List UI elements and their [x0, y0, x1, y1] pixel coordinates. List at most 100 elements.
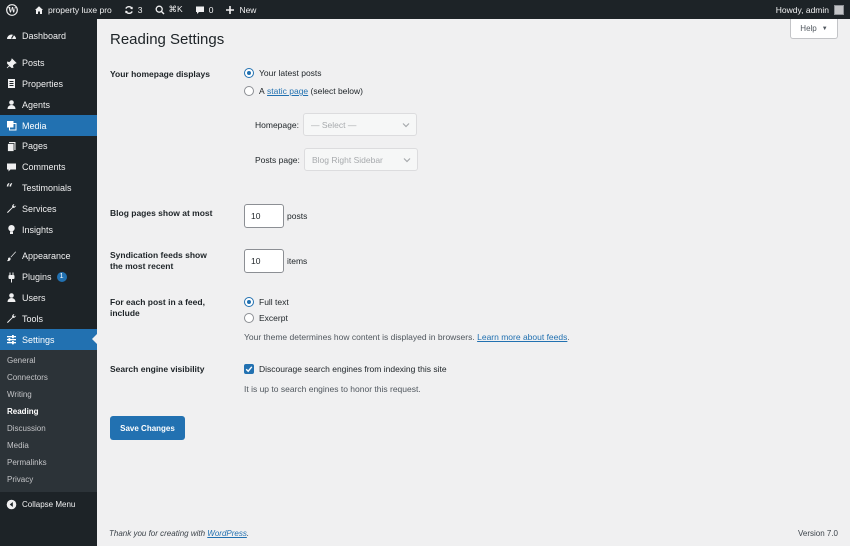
sidebar-label: Plugins — [22, 272, 52, 283]
feed-content-label: For each post in a feed, include — [110, 297, 205, 318]
sidebar-label: Media — [22, 120, 47, 131]
submenu-permalinks[interactable]: Permalinks — [0, 454, 97, 471]
sidebar-item-tools[interactable]: Tools — [0, 308, 97, 329]
sidebar-item-services[interactable]: Services — [0, 198, 97, 219]
sidebar-item-appearance[interactable]: Appearance — [0, 246, 97, 267]
wordpress-link[interactable]: WordPress — [207, 529, 247, 538]
pages-icon — [6, 141, 17, 152]
full-text-radio[interactable] — [244, 297, 254, 307]
posts-unit: posts — [287, 211, 308, 221]
site-name-link[interactable]: property luxe pro — [28, 0, 118, 19]
sidebar-label: Dashboard — [22, 31, 67, 42]
posts-page-select[interactable]: Blog Right Sidebar — [304, 148, 418, 171]
main-content: Help ▼ Reading Settings Your homepage di… — [97, 19, 850, 546]
page-title: Reading Settings — [110, 31, 225, 48]
submenu-reading[interactable]: Reading — [0, 403, 97, 420]
settings-submenu: General Connectors Writing Reading Discu… — [0, 349, 97, 492]
sidebar-item-media[interactable]: Media — [0, 115, 97, 136]
comments-link[interactable]: 0 — [189, 0, 220, 19]
collapse-label: Collapse Menu — [22, 499, 76, 509]
sidebar-label: Appearance — [22, 251, 71, 262]
pushpin-icon — [6, 57, 17, 69]
sidebar-item-insights[interactable]: Insights — [0, 219, 97, 240]
sidebar-item-settings[interactable]: Settings — [0, 329, 97, 350]
submenu-writing[interactable]: Writing — [0, 386, 97, 403]
sidebar-item-dashboard[interactable]: Dashboard — [0, 26, 97, 47]
new-content-link[interactable]: New — [219, 0, 262, 19]
wordpress-logo-icon[interactable]: W — [0, 0, 28, 19]
discourage-search-option[interactable]: Discourage search engines from indexing … — [244, 364, 447, 374]
avatar — [834, 4, 844, 15]
blog-pages-label: Blog pages show at most — [110, 208, 213, 218]
submenu-privacy[interactable]: Privacy — [0, 471, 97, 488]
discourage-search-checkbox[interactable] — [244, 364, 254, 374]
sidebar-item-properties[interactable]: Properties — [0, 74, 97, 95]
full-text-label: Full text — [259, 297, 289, 307]
latest-posts-radio[interactable] — [244, 68, 254, 78]
lightbulb-icon — [6, 224, 17, 235]
search-link[interactable]: ⌘K — [149, 0, 189, 19]
feed-items-input[interactable]: 10 — [244, 249, 284, 273]
plug-icon — [6, 272, 17, 283]
sidebar-item-comments[interactable]: Comments — [0, 157, 97, 178]
sidebar-item-pages[interactable]: Pages — [0, 136, 97, 157]
quote-icon: “ — [6, 182, 17, 193]
sidebar-label: Pages — [22, 141, 48, 152]
tools-icon — [6, 313, 17, 324]
updates-link[interactable]: 3 — [118, 0, 149, 19]
static-page-link[interactable]: static page — [267, 86, 308, 96]
full-text-option[interactable]: Full text — [244, 297, 289, 307]
collapse-icon — [6, 499, 17, 510]
sidebar-label: Insights — [22, 224, 54, 235]
footer-version: Version 7.0 — [797, 529, 838, 538]
media-icon — [6, 120, 17, 131]
excerpt-option[interactable]: Excerpt — [244, 313, 288, 323]
sidebar-label: Services — [22, 203, 57, 214]
submenu-media[interactable]: Media — [0, 437, 97, 454]
sidebar-label: Comments — [22, 162, 66, 173]
static-page-prefix: A — [259, 86, 265, 96]
feed-description-suffix: . — [567, 332, 570, 342]
sidebar-label: Posts — [22, 58, 45, 69]
collapse-menu-button[interactable]: Collapse Menu — [0, 494, 97, 515]
home-icon — [35, 5, 43, 14]
svg-text:“: “ — [6, 182, 13, 193]
sidebar-label: Testimonials — [22, 182, 72, 193]
sidebar-label: Users — [22, 292, 46, 303]
sidebar-item-posts[interactable]: Posts — [0, 53, 97, 74]
submenu-general[interactable]: General — [0, 352, 97, 369]
excerpt-radio[interactable] — [244, 313, 254, 323]
sidebar-item-agents[interactable]: Agents — [0, 94, 97, 115]
admin-sidebar: Dashboard Posts Properties Agents Media … — [0, 19, 97, 546]
user-icon — [6, 99, 17, 110]
posts-per-page-input[interactable]: 10 — [244, 204, 284, 228]
excerpt-label: Excerpt — [259, 313, 288, 323]
homepage-select[interactable]: — Select — — [303, 113, 417, 136]
comments-count: 0 — [208, 4, 214, 15]
my-account[interactable]: Howdy, admin — [776, 4, 850, 15]
learn-more-feeds-link[interactable]: Learn more about feeds — [477, 332, 567, 342]
sidebar-item-testimonials[interactable]: “ Testimonials — [0, 178, 97, 199]
footer-thanks: Thank you for creating with WordPress. — [109, 529, 249, 538]
save-changes-button[interactable]: Save Changes — [110, 416, 185, 440]
feed-description: Your theme determines how content is dis… — [244, 332, 570, 342]
submenu-discussion[interactable]: Discussion — [0, 420, 97, 437]
search-shortcut: ⌘K — [168, 4, 183, 14]
items-unit: items — [287, 256, 308, 266]
feed-description-text: Your theme determines how content is dis… — [244, 332, 475, 342]
submenu-connectors[interactable]: Connectors — [0, 369, 97, 386]
discourage-search-label: Discourage search engines from indexing … — [259, 364, 447, 374]
dashboard-icon — [6, 31, 17, 42]
paintbrush-icon — [6, 251, 17, 262]
static-page-option[interactable]: A static page (select below) — [244, 86, 363, 96]
sidebar-item-plugins[interactable]: Plugins 1 — [0, 267, 97, 288]
help-button[interactable]: Help ▼ — [790, 19, 838, 39]
static-page-suffix: (select below) — [310, 86, 363, 96]
sidebar-item-users[interactable]: Users — [0, 288, 97, 309]
search-visibility-description: It is up to search engines to honor this… — [244, 384, 421, 394]
sidebar-label: Tools — [22, 313, 44, 324]
static-page-radio[interactable] — [244, 86, 254, 96]
latest-posts-option[interactable]: Your latest posts — [244, 68, 322, 78]
help-label: Help — [800, 24, 817, 33]
chevron-down-icon — [402, 123, 410, 128]
